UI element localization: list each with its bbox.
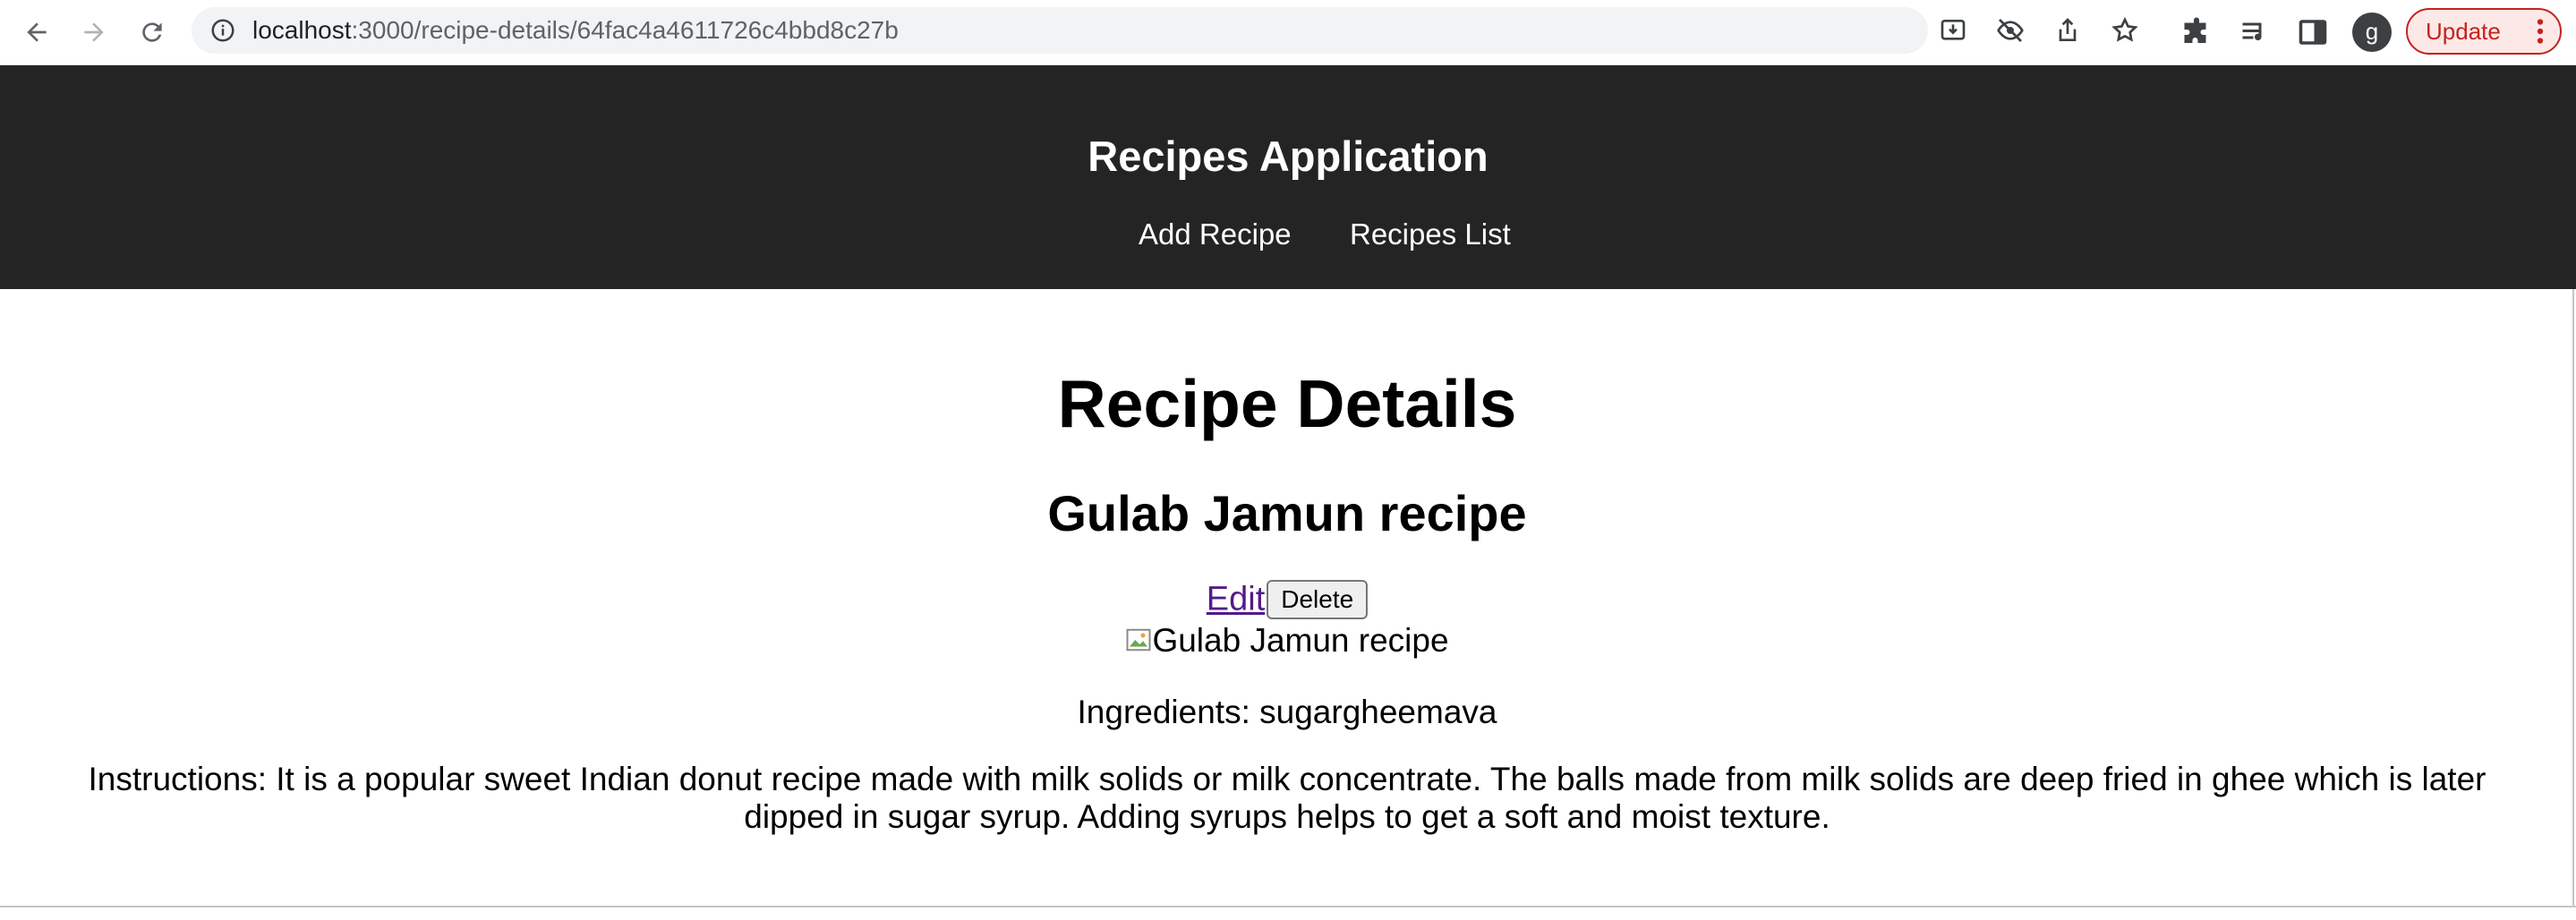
page-bottom-border: [0, 906, 2576, 907]
recipe-image-alt: Gulab Jamun recipe: [1152, 622, 1449, 659]
reload-icon: [142, 22, 162, 42]
back-button[interactable]: [17, 13, 56, 52]
extensions-puzzle-icon[interactable]: [2180, 16, 2213, 48]
app-nav: Add Recipe Recipes List: [0, 217, 2576, 262]
recipe-instructions: Instructions: It is a popular sweet Indi…: [88, 761, 2486, 835]
recipe-title: Gulab Jamun recipe: [1047, 485, 1527, 541]
update-label: Update: [2426, 18, 2501, 45]
edit-link[interactable]: Edit: [1207, 581, 1265, 618]
side-panel-icon[interactable]: [2297, 16, 2329, 48]
url-path: :3000/recipe-details/64fac4a4611726c4bbd…: [351, 16, 899, 44]
nav-link-recipes-list[interactable]: Recipes List: [1350, 217, 1511, 251]
app-header: Recipes Application Add Recipe Recipes L…: [0, 65, 2576, 289]
recipe-details-content: Recipe Details Gulab Jamun recipe Edit De…: [0, 289, 2574, 906]
profile-avatar[interactable]: g: [2352, 13, 2392, 52]
recipe-ingredients: Ingredients: sugargheemava: [1077, 694, 1497, 730]
arrow-left-icon: [27, 22, 47, 42]
recipe-image: Gulab Jamun recipe: [0, 622, 2574, 660]
browser-toolbar: localhost:3000/recipe-details/64fac4a461…: [0, 0, 2576, 65]
broken-image-icon: [1126, 628, 1151, 652]
site-info-icon[interactable]: [209, 17, 236, 44]
eye-off-icon[interactable]: [1996, 16, 2025, 45]
recipe-actions: Edit Delete: [0, 580, 2574, 623]
nav-link-add-recipe[interactable]: Add Recipe: [1139, 217, 1292, 251]
url-text: localhost:3000/recipe-details/64fac4a461…: [252, 7, 899, 54]
app-title: Recipes Application: [1088, 132, 1488, 180]
bookmark-star-icon[interactable]: [2111, 16, 2139, 45]
update-button[interactable]: Update: [2406, 8, 2562, 55]
share-icon[interactable]: [2053, 16, 2082, 45]
delete-button[interactable]: Delete: [1267, 580, 1369, 619]
reload-button[interactable]: [132, 13, 172, 52]
page-heading: Recipe Details: [1057, 366, 1517, 441]
url-host: localhost: [252, 16, 352, 44]
address-bar[interactable]: localhost:3000/recipe-details/64fac4a461…: [192, 7, 2138, 54]
install-app-icon[interactable]: [1939, 16, 1967, 45]
arrow-right-icon: [84, 22, 104, 42]
forward-button[interactable]: [74, 13, 114, 52]
more-menu-icon: [2537, 19, 2544, 44]
reading-list-icon[interactable]: [2239, 16, 2271, 48]
